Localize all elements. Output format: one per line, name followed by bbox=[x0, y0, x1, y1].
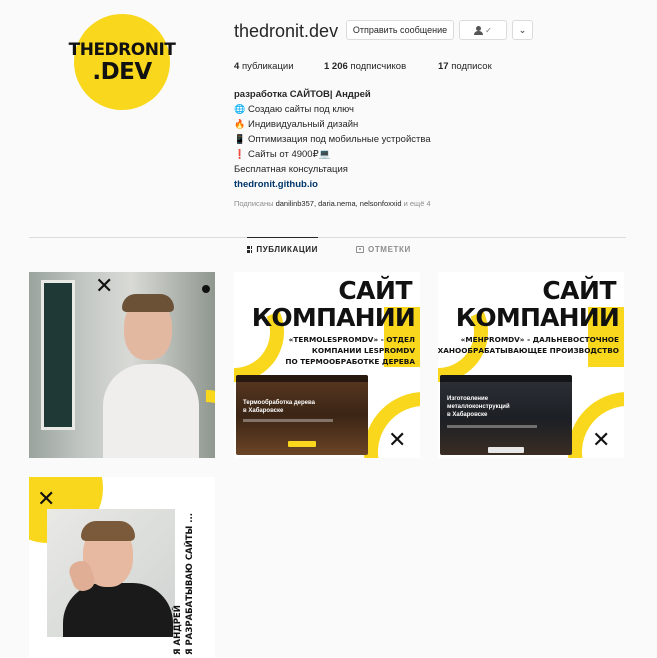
phone-icon: 📱 bbox=[234, 134, 246, 144]
post-caption-line: Я РАЗРАБАТЫВАЮ САЙТЫ ... bbox=[185, 513, 195, 655]
send-message-button[interactable]: Отправить сообщение bbox=[346, 20, 454, 40]
photo-person-body bbox=[103, 364, 199, 458]
chevron-down-icon: ⌄ bbox=[518, 24, 527, 35]
profile-avatar[interactable]: THEDRONIT .DEV bbox=[69, 14, 176, 110]
screenshot-heading: Термообработка дерева в Хабаровске bbox=[243, 399, 315, 415]
screenshot-heading-line: в Хабаровске bbox=[447, 412, 488, 418]
post-vertical-caption: Я АНДРЕЙ Я РАЗРАБАТЫВАЮ САЙТЫ ... bbox=[172, 513, 196, 655]
post-subtitle-line: МЕХАНООБРАБАТЫВАЮЩЕЕ ПРОИЗВОДСТВО bbox=[438, 346, 619, 355]
avatar-logo-line1: THEDRONIT bbox=[68, 39, 176, 60]
post-title-line2: КОМПАНИИ bbox=[455, 303, 620, 332]
profile-header: THEDRONIT .DEV thedronit.dev Отправить с… bbox=[0, 0, 657, 230]
x-mark-icon: ✕ bbox=[95, 274, 114, 299]
post-subtitle: «MEHPROMDV» - ДАЛЬНЕВОСТОЧНОЕ МЕХАНООБРА… bbox=[438, 334, 619, 356]
post-subtitle-line: ПО ТЕРМООБРАБОТКЕ ДЕРЕВА bbox=[285, 357, 415, 366]
bio-line-text: Сайты от 4900₽💻 bbox=[248, 149, 331, 160]
followed-by-names: danilinb357, daria.nema, nelsonfoxxid bbox=[275, 199, 402, 208]
bio-website-link[interactable]: thedronit.github.io bbox=[234, 177, 431, 192]
bio-line: ❗ Сайты от 4900₽💻 bbox=[234, 147, 431, 162]
suggestions-dropdown-button[interactable]: ⌄ bbox=[512, 20, 533, 40]
bio-line: 🔥 Индивидуальный дизайн bbox=[234, 117, 431, 132]
photo-person-shirt bbox=[63, 583, 173, 637]
post-thumbnail[interactable]: САЙТ КОМПАНИИ «TERMOLESPROMDV» - ОТДЕЛ К… bbox=[234, 272, 420, 458]
post-thumbnail[interactable]: САЙТ КОМПАНИИ «MEHPROMDV» - ДАЛЬНЕВОСТОЧ… bbox=[438, 272, 624, 458]
bio-line: 📱 Оптимизация под мобильные устройства bbox=[234, 132, 431, 147]
tabs-divider bbox=[29, 237, 626, 238]
posts-count: 4 bbox=[234, 61, 240, 72]
profile-bio: разработка САЙТОВ| Андрей 🌐 Создаю сайты … bbox=[234, 87, 431, 192]
followers-label: подписчиков bbox=[350, 61, 407, 72]
post-title-line2: КОМПАНИИ bbox=[251, 303, 416, 332]
stat-posts: 4 публикации bbox=[234, 61, 294, 72]
following-label: подписок bbox=[451, 61, 492, 72]
bio-name: разработка САЙТОВ| Андрей bbox=[234, 89, 371, 100]
tab-tagged[interactable]: ОТМЕТКИ bbox=[356, 237, 416, 261]
screenshot-button bbox=[488, 447, 524, 453]
check-icon: ✓ bbox=[485, 25, 492, 35]
profile-username: thedronit.dev bbox=[234, 21, 339, 41]
website-screenshot: Изготовление металлоконструкций в Хабаро… bbox=[440, 375, 572, 455]
posts-label: публикации bbox=[241, 61, 294, 72]
exclamation-icon: ❗ bbox=[234, 149, 246, 159]
post-title-line1: САЙТ bbox=[542, 276, 616, 305]
bio-consult: Бесплатная консультация bbox=[234, 164, 348, 175]
fire-icon: 🔥 bbox=[234, 119, 246, 129]
person-icon bbox=[474, 25, 484, 35]
tab-posts[interactable]: ПУБЛИКАЦИИ bbox=[247, 237, 318, 261]
followed-by-suffix: и ещё 4 bbox=[403, 199, 431, 208]
post-thumbnail[interactable]: ✕ bbox=[29, 272, 215, 458]
post-subtitle: «TERMOLESPROMDV» - ОТДЕЛ КОМПАНИИ LESPRO… bbox=[285, 334, 415, 367]
grid-icon bbox=[247, 246, 253, 253]
stat-followers[interactable]: 1 206 подписчиков bbox=[324, 61, 406, 72]
post-subtitle-line: КОМПАНИИ LESPROMDV bbox=[311, 346, 415, 355]
photo-person-hair bbox=[81, 521, 135, 541]
photo-person-hair bbox=[122, 294, 174, 312]
bio-line-text: Создаю сайты под ключ bbox=[248, 104, 355, 115]
following-count: 17 bbox=[438, 61, 449, 72]
followed-by-prefix: Подписаны bbox=[234, 199, 274, 208]
followed-by[interactable]: Подписаны danilinb357, daria.nema, nelso… bbox=[234, 199, 431, 208]
following-button[interactable]: ✓ bbox=[459, 20, 507, 40]
post-photo bbox=[47, 509, 175, 637]
stat-following[interactable]: 17 подписок bbox=[438, 61, 492, 72]
decor-dot bbox=[202, 285, 210, 293]
screenshot-text-line bbox=[447, 425, 537, 428]
screenshot-text-line bbox=[243, 419, 333, 422]
post-subtitle-line: «MEHPROMDV» - ДАЛЬНЕВОСТОЧНОЕ bbox=[460, 335, 619, 344]
post-thumbnail[interactable]: ✕ Я АНДРЕЙ Я РАЗРАБАТЫВАЮ САЙТЫ ... bbox=[29, 477, 215, 658]
globe-icon: 🌐 bbox=[234, 104, 246, 114]
screenshot-heading-line: металлоконструкций bbox=[447, 404, 510, 410]
screenshot-button bbox=[288, 441, 316, 447]
bio-line-text: Оптимизация под мобильные устройства bbox=[248, 134, 431, 145]
bio-line-text: Индивидуальный дизайн bbox=[248, 119, 359, 130]
avatar-logo-line2: .DEV bbox=[92, 58, 152, 85]
screenshot-navbar bbox=[236, 375, 368, 382]
post-caption-line: Я АНДРЕЙ bbox=[173, 605, 183, 655]
screenshot-heading: Изготовление металлоконструкций в Хабаро… bbox=[447, 395, 510, 419]
screenshot-heading-line: в Хабаровске bbox=[243, 408, 284, 414]
tab-posts-label: ПУБЛИКАЦИИ bbox=[256, 245, 318, 254]
tagged-icon bbox=[356, 245, 364, 253]
website-screenshot: Термообработка дерева в Хабаровске bbox=[236, 375, 368, 455]
x-mark-icon: ✕ bbox=[37, 487, 56, 512]
post-title-line1: САЙТ bbox=[338, 276, 412, 305]
post-subtitle-line: «TERMOLESPROMDV» - ОТДЕЛ bbox=[288, 335, 415, 344]
x-mark-icon: ✕ bbox=[592, 428, 611, 453]
followers-count: 1 206 bbox=[324, 61, 348, 72]
screenshot-heading-line: Изготовление bbox=[447, 396, 489, 402]
screenshot-navbar bbox=[440, 375, 572, 382]
tab-tagged-label: ОТМЕТКИ bbox=[368, 244, 411, 254]
bio-line: 🌐 Создаю сайты под ключ bbox=[234, 102, 431, 117]
x-mark-icon: ✕ bbox=[388, 428, 407, 453]
screenshot-heading-line: Термообработка дерева bbox=[243, 400, 315, 406]
